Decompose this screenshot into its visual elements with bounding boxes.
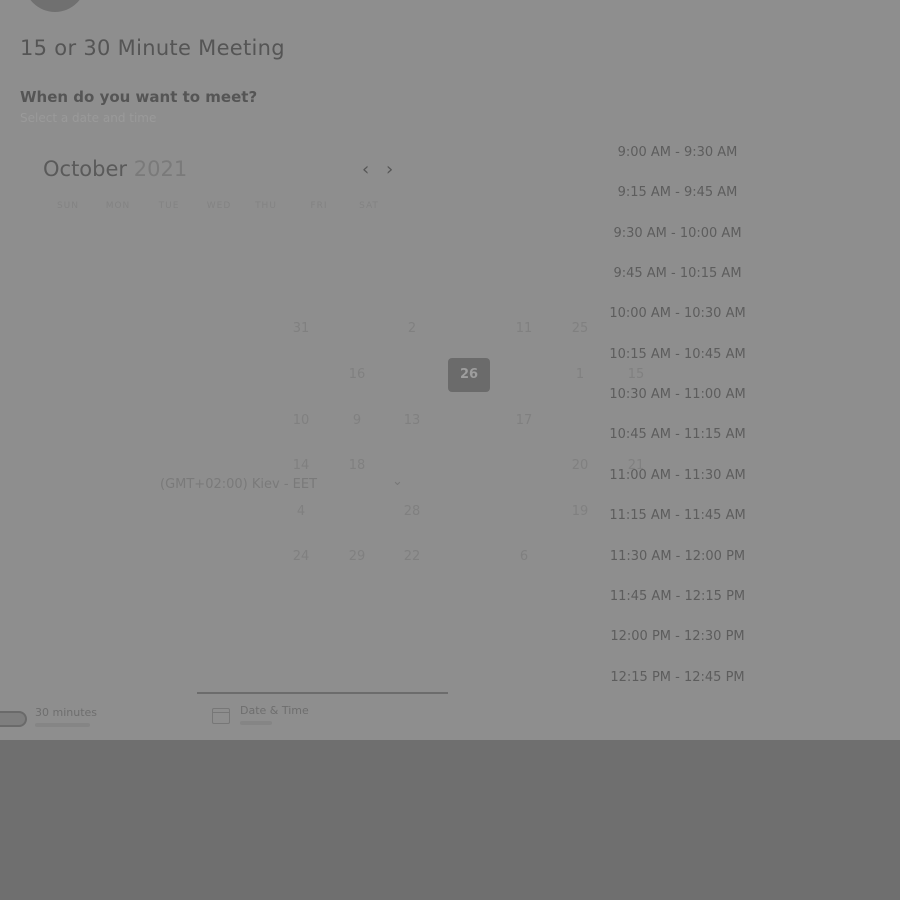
- calendar-day[interactable]: 31: [281, 319, 321, 339]
- avatar: [24, 0, 86, 12]
- weekday-sun: SUN: [56, 201, 80, 211]
- calendar-icon: [212, 708, 230, 724]
- calendar-day[interactable]: 14: [281, 456, 321, 476]
- timezone-select[interactable]: (GMT+02:00) Kiev - EET: [160, 477, 317, 492]
- duration-step-sub: [35, 723, 90, 727]
- weekday-tue: TUE: [158, 201, 180, 211]
- prev-month-button[interactable]: ‹: [362, 160, 369, 180]
- calendar-day[interactable]: 29: [337, 547, 377, 567]
- time-slot[interactable]: 10:00 AM - 10:30 AM: [590, 306, 765, 321]
- time-slot[interactable]: 11:45 AM - 12:15 PM: [590, 589, 765, 604]
- calendar-day[interactable]: 15: [616, 365, 656, 385]
- date-time-step-label: Date & Time: [240, 704, 309, 717]
- time-slot[interactable]: 11:15 AM - 11:45 AM: [590, 508, 765, 523]
- chevron-right-icon: ›: [386, 159, 394, 180]
- chevron-left-icon: ‹: [362, 159, 370, 180]
- time-slot[interactable]: 9:00 AM - 9:30 AM: [590, 145, 765, 160]
- month-name: October: [43, 157, 128, 181]
- weekday-wed: WED: [206, 201, 232, 211]
- date-time-step-sub: [240, 721, 272, 725]
- calendar-day[interactable]: 11: [504, 319, 544, 339]
- calendar-day[interactable]: 16: [337, 365, 377, 385]
- time-slot[interactable]: 12:15 PM - 12:45 PM: [590, 670, 765, 685]
- time-slot[interactable]: 11:00 AM - 11:30 AM: [590, 468, 765, 483]
- calendar-day[interactable]: 9: [337, 411, 377, 431]
- question-heading: When do you want to meet?: [20, 88, 258, 106]
- weekday-thu: THU: [255, 201, 277, 211]
- weekday-mon: MON: [105, 201, 131, 211]
- calendar-day[interactable]: 10: [281, 411, 321, 431]
- calendar-day[interactable]: 22: [392, 547, 432, 567]
- calendar-day[interactable]: 18: [337, 456, 377, 476]
- time-slot[interactable]: 12:00 PM - 12:30 PM: [590, 629, 765, 644]
- calendar-day[interactable]: 4: [281, 502, 321, 522]
- top-text: [105, 0, 398, 2]
- time-slot[interactable]: 9:15 AM - 9:45 AM: [590, 185, 765, 200]
- calendar-day[interactable]: 28: [392, 502, 432, 522]
- time-slot[interactable]: 10:15 AM - 10:45 AM: [590, 347, 765, 362]
- time-slot[interactable]: 9:45 AM - 10:15 AM: [590, 266, 765, 281]
- month-label: October 2021: [43, 157, 187, 181]
- calendar-day[interactable]: 1: [560, 365, 600, 385]
- booking-panel: 15 or 30 Minute Meeting When do you want…: [0, 0, 900, 740]
- year-label: 2021: [133, 157, 188, 181]
- subtext: Select a date and time: [20, 111, 157, 125]
- calendar-day[interactable]: 24: [281, 547, 321, 567]
- duration-toggle-icon[interactable]: [0, 711, 27, 727]
- calendar-day[interactable]: 6: [504, 547, 544, 567]
- duration-step-label: 30 minutes: [35, 706, 98, 719]
- calendar-day[interactable]: 2: [392, 319, 432, 339]
- time-slot[interactable]: 9:30 AM - 10:00 AM: [590, 226, 765, 241]
- weekday-fri: FRI: [310, 201, 328, 211]
- time-slot[interactable]: 11:30 AM - 12:00 PM: [590, 549, 765, 564]
- step-progress-bar: [197, 692, 448, 694]
- chevron-down-icon: ⌄: [392, 474, 403, 489]
- meeting-title: 15 or 30 Minute Meeting: [20, 36, 285, 60]
- time-slot[interactable]: 10:45 AM - 11:15 AM: [590, 427, 765, 442]
- calendar-day[interactable]: 25: [560, 319, 600, 339]
- calendar-day[interactable]: 13: [392, 411, 432, 431]
- time-slot[interactable]: 10:30 AM - 11:00 AM: [590, 387, 765, 402]
- next-month-button[interactable]: ›: [386, 160, 393, 180]
- calendar-day-selected[interactable]: 26: [448, 358, 490, 392]
- calendar-day[interactable]: 17: [504, 411, 544, 431]
- weekday-sat: SAT: [359, 201, 379, 211]
